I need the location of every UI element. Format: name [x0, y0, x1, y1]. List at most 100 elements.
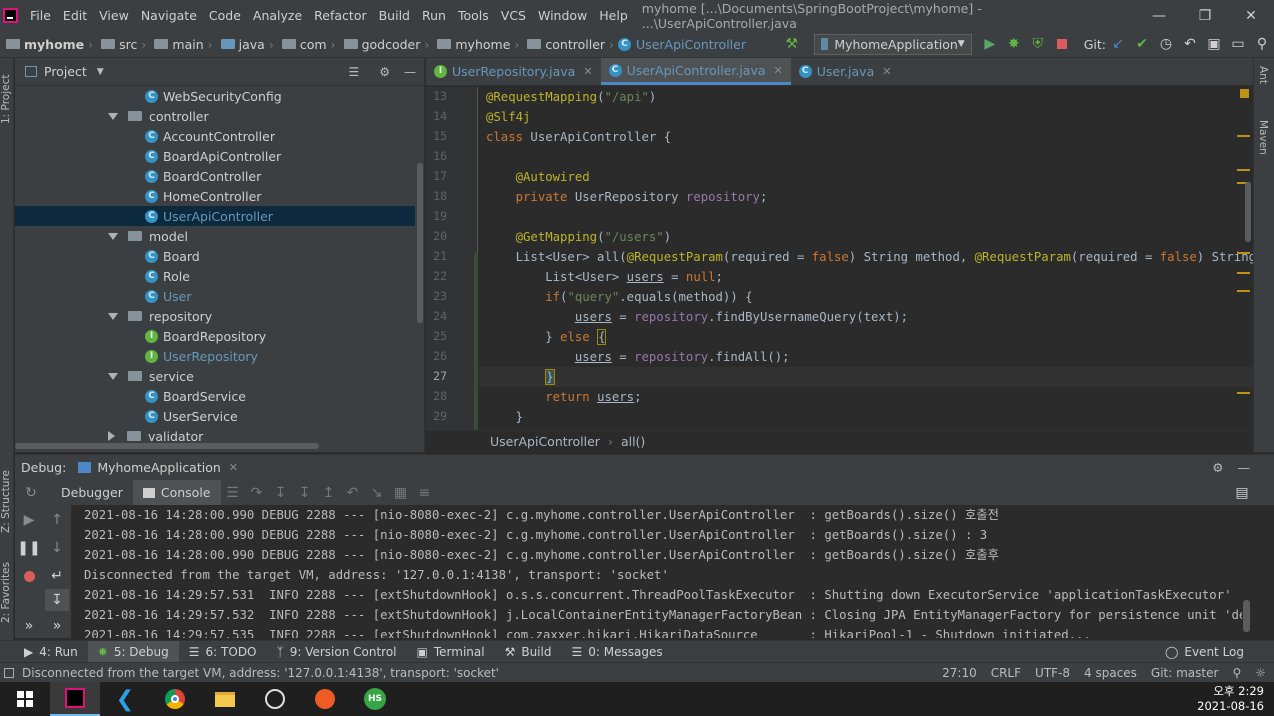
version-control-tool-button[interactable]: ᛉ 9: Version Control — [267, 645, 407, 659]
file-encoding[interactable]: UTF-8 — [1035, 666, 1070, 680]
run-to-cursor-icon[interactable]: ↘ — [365, 482, 389, 504]
expanded-arrow-icon[interactable] — [108, 112, 118, 120]
menu-view[interactable]: View — [93, 8, 135, 23]
breadcrumb-controller[interactable]: controller › — [521, 37, 616, 52]
gear-icon[interactable]: ⚙ — [1212, 460, 1223, 475]
hide-panel-icon[interactable]: — — [404, 65, 416, 79]
terminal-tool-button[interactable]: ▣ Terminal — [407, 645, 495, 659]
rollback-icon[interactable]: ↶ — [1178, 33, 1202, 55]
layout-icon[interactable]: ▤ — [1230, 482, 1254, 504]
taskbar-github[interactable] — [250, 682, 300, 716]
structure-tool-tab[interactable]: Z: Structure — [0, 453, 14, 533]
tree-folder-controller[interactable]: controller — [108, 106, 209, 126]
taskbar-postman[interactable] — [300, 682, 350, 716]
history-icon[interactable]: ◷ — [1154, 33, 1178, 55]
taskbar-file-explorer[interactable] — [200, 682, 250, 716]
search-icon[interactable]: ⚲ — [1250, 33, 1274, 55]
force-step-into-icon[interactable]: ↧ — [293, 482, 317, 504]
build-hammer-icon[interactable]: ⚒ — [780, 33, 804, 55]
messages-tool-button[interactable]: ☰ 0: Messages — [561, 645, 672, 659]
close-icon[interactable]: ✕ — [229, 461, 238, 474]
gear-icon[interactable]: ⚙ — [379, 65, 390, 79]
menu-help[interactable]: Help — [593, 8, 634, 23]
tree-item-accountcontroller[interactable]: C AccountController — [145, 126, 275, 146]
view-breakpoints-icon[interactable] — [17, 565, 41, 587]
breadcrumb-main[interactable]: main › — [148, 37, 214, 52]
tab-console[interactable]: Console — [132, 480, 221, 505]
code-editor[interactable]: @RequestMapping("/api") @Slf4j class Use… — [479, 87, 1253, 430]
run-configuration-select[interactable]: MyhomeApplication ▼ — [813, 33, 972, 55]
breadcrumb-method[interactable]: all() — [621, 434, 645, 449]
menu-tools[interactable]: Tools — [452, 8, 495, 23]
todo-tool-button[interactable]: ☰ 6: TODO — [179, 645, 267, 659]
collapsed-arrow-icon[interactable] — [108, 431, 115, 441]
step-into-icon[interactable]: ↧ — [269, 482, 293, 504]
maven-tool-tab[interactable]: Maven — [1257, 120, 1269, 155]
expanded-arrow-icon[interactable] — [108, 312, 118, 320]
evaluate-icon[interactable]: ▦ — [389, 482, 413, 504]
run-icon[interactable]: ▶ — [978, 33, 1002, 55]
pause-icon[interactable]: ❚❚ — [17, 537, 41, 559]
tree-item-boardservice[interactable]: C BoardService — [145, 386, 246, 406]
resume-icon[interactable]: ▶ — [17, 509, 41, 531]
vertical-scrollbar[interactable] — [1245, 182, 1251, 242]
taskbar-hs-app[interactable]: HS — [350, 682, 400, 716]
tree-item-boardcontroller[interactable]: C BoardController — [145, 166, 261, 186]
debug-tool-button[interactable]: ✸ 5: Debug — [87, 640, 179, 663]
breadcrumb-com[interactable]: com › — [276, 37, 338, 52]
menu-icon[interactable]: ☰ — [221, 482, 245, 504]
console-output[interactable]: 2021-08-16 14:28:00.990 DEBUG 2288 --- [… — [72, 505, 1242, 638]
tab-userrepository[interactable]: I UserRepository.java ✕ — [426, 58, 601, 85]
warning-mark[interactable] — [1237, 290, 1250, 292]
step-out-icon[interactable]: ↥ — [317, 482, 341, 504]
close-window-button[interactable]: ✕ — [1228, 8, 1274, 24]
project-structure-icon[interactable]: ▣ — [1202, 33, 1226, 55]
soft-wrap-icon[interactable]: ↵ — [45, 565, 69, 587]
menu-file[interactable]: File — [24, 8, 57, 23]
debug-session-tab[interactable]: MyhomeApplication ✕ — [78, 460, 238, 475]
expanded-arrow-icon[interactable] — [108, 232, 118, 240]
debug-icon[interactable]: ✸ — [1002, 33, 1026, 55]
collapse-all-icon[interactable]: ☰ — [348, 65, 359, 79]
tab-user[interactable]: C User.java ✕ — [791, 58, 900, 85]
lock-icon[interactable]: ⚲ — [1232, 666, 1241, 680]
minimize-button[interactable]: — — [1136, 8, 1182, 24]
menu-analyze[interactable]: Analyze — [247, 8, 308, 23]
tab-debugger[interactable]: Debugger — [51, 480, 133, 505]
breadcrumb-class[interactable]: UserApiController — [490, 434, 600, 449]
tab-userapicontroller[interactable]: C UserApiController.java ✕ — [600, 58, 791, 85]
stop-icon[interactable] — [1050, 33, 1074, 55]
build-tool-button[interactable]: ⚒ Build — [495, 645, 562, 659]
tree-item-userapicontroller[interactable]: C UserApiController — [15, 206, 415, 226]
tree-folder-model[interactable]: model — [108, 226, 188, 246]
git-branch[interactable]: Git: master — [1151, 666, 1219, 680]
coverage-icon[interactable]: ⛨ — [1026, 33, 1050, 55]
favorites-tool-tab[interactable]: 2: Favorites — [0, 553, 14, 623]
close-icon[interactable]: ✕ — [774, 64, 783, 77]
arrow-up-icon[interactable]: ↑ — [45, 509, 69, 531]
tree-folder-repository[interactable]: repository — [108, 306, 212, 326]
warning-mark[interactable] — [1237, 135, 1250, 137]
trace-icon[interactable]: ≡ — [413, 482, 437, 504]
restore-button[interactable]: ❐ — [1182, 8, 1228, 24]
indent-setting[interactable]: 4 spaces — [1084, 666, 1137, 680]
breadcrumb-godcoder[interactable]: godcoder › — [338, 37, 432, 52]
warning-mark[interactable] — [1237, 252, 1250, 254]
drop-frame-icon[interactable]: ↶ — [341, 482, 365, 504]
breadcrumb-userapicontroller[interactable]: C UserApiController — [616, 37, 748, 52]
tree-item-user[interactable]: C User — [145, 286, 192, 306]
presentation-icon[interactable]: ▭ — [1226, 33, 1250, 55]
ant-tool-tab[interactable]: Ant — [1257, 66, 1269, 84]
taskbar-chrome[interactable] — [150, 682, 200, 716]
menu-vcs[interactable]: VCS — [495, 8, 532, 23]
menu-refactor[interactable]: Refactor — [308, 8, 372, 23]
taskbar-clock[interactable]: 오후 2:29 2021-08-16 — [1197, 684, 1264, 714]
more-icon[interactable]: » — [17, 615, 41, 637]
breadcrumb-myhome[interactable]: myhome › — [0, 37, 95, 52]
tree-item-homecontroller[interactable]: C HomeController — [145, 186, 261, 206]
breadcrumb-java[interactable]: java › — [215, 37, 276, 52]
warning-mark[interactable] — [1237, 272, 1250, 274]
rerun-icon[interactable]: ↻ — [19, 482, 43, 504]
console-scrollbar[interactable] — [1243, 600, 1250, 632]
tree-item-board[interactable]: C Board — [145, 246, 200, 266]
